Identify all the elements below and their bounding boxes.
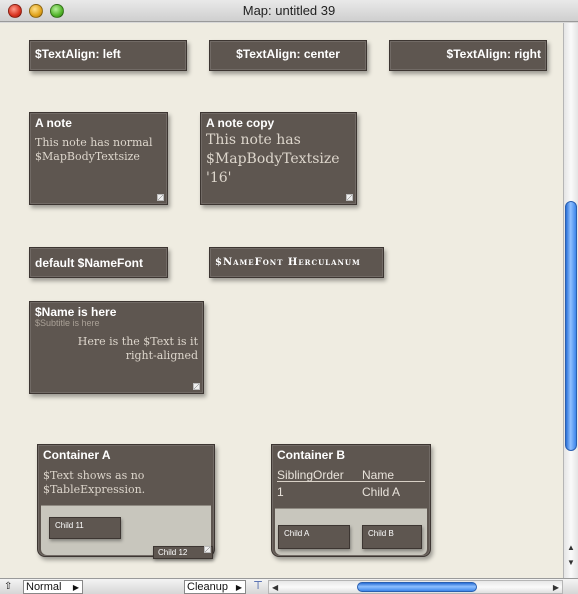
note-name-is-here[interactable]: $Name is here $Subtitle is here Here is … (29, 301, 204, 394)
scroll-left-arrow-icon[interactable]: ◀ (272, 581, 278, 594)
resize-handle-icon[interactable] (204, 546, 211, 553)
view-mode-select[interactable]: Normal ▶ (23, 580, 83, 594)
note-a-note[interactable]: A note This note has normal $MapBodyText… (29, 112, 168, 205)
child-note[interactable]: Child 11 (49, 517, 121, 539)
child-note[interactable]: Child A (278, 525, 350, 549)
table-column-header: SiblingOrder (277, 468, 344, 482)
note-a-note-copy[interactable]: A note copy This note has $MapBodyTextsi… (200, 112, 357, 205)
note-title: $NameFont Herculanum (215, 257, 361, 268)
horizontal-scrollbar[interactable]: ◀ ▶ (268, 580, 563, 594)
cleanup-select[interactable]: Cleanup ▶ (184, 580, 246, 594)
table-cell: 1 (277, 485, 284, 499)
table-cell: Child A (362, 485, 401, 499)
table-row: 1 Child A (277, 485, 425, 499)
note-default-namefont[interactable]: default $NameFont (29, 247, 168, 278)
note-textalign-left[interactable]: $TextAlign: left (29, 40, 187, 71)
note-subtitle: $Subtitle is here (35, 318, 100, 328)
note-title: $TextAlign: center (236, 47, 340, 61)
map-canvas[interactable]: $TextAlign: left $TextAlign: center $Tex… (0, 23, 563, 578)
view-mode-label: Normal (26, 581, 62, 593)
bottom-toolbar: ⇧ Normal ▶ Cleanup ▶ ⊤ ◀ ▶ (0, 578, 578, 594)
window-title: Map: untitled 39 (242, 3, 336, 18)
vertical-scroll-thumb[interactable] (565, 201, 577, 451)
caret-right-icon: ▶ (72, 583, 79, 592)
note-body: This note has $MapBodyTextsize '16' (206, 132, 340, 186)
scroll-down-arrow-icon[interactable]: ▼ (566, 558, 576, 568)
table-column-header: Name (362, 468, 395, 482)
scroll-up-arrow-icon[interactable]: ▲ (566, 543, 576, 553)
container-a[interactable]: Container A $Text shows as no $TableExpr… (37, 444, 215, 559)
container-body: $Text shows as no $TableExpression. (43, 469, 146, 496)
cleanup-label: Cleanup (187, 581, 228, 593)
container-title: Container A (43, 448, 111, 462)
note-title: $TextAlign: left (35, 47, 121, 61)
resize-handle-icon[interactable] (193, 383, 200, 390)
pin-icon[interactable]: ⊤ (251, 580, 265, 594)
note-body: This note has normal $MapBodyTextsize (35, 136, 153, 163)
note-title: A note (35, 116, 72, 130)
child-note[interactable]: Child B (362, 525, 422, 549)
title-bar: Map: untitled 39 (0, 0, 578, 22)
note-textalign-center[interactable]: $TextAlign: center (209, 40, 367, 71)
note-namefont-herculanum[interactable]: $NameFont Herculanum (209, 247, 384, 278)
scroll-right-arrow-icon[interactable]: ▶ (553, 581, 559, 594)
note-textalign-right[interactable]: $TextAlign: right (389, 40, 547, 71)
up-level-arrow-icon[interactable]: ⇧ (4, 580, 20, 594)
caret-right-icon: ▶ (235, 583, 242, 592)
resize-handle-icon[interactable] (346, 194, 353, 201)
note-title: $Name is here (35, 305, 117, 319)
container-b[interactable]: Container B SiblingOrder Name 1 Child A … (271, 444, 431, 557)
vertical-scrollbar[interactable]: ▲ ▼ (563, 23, 578, 578)
note-title: A note copy (206, 116, 275, 130)
horizontal-scroll-thumb[interactable] (357, 582, 477, 592)
note-title: $TextAlign: right (446, 47, 541, 61)
container-title: Container B (277, 448, 346, 462)
table-header: SiblingOrder Name (277, 468, 425, 482)
resize-handle-icon[interactable] (157, 194, 164, 201)
note-body: Here is the $Text is it right-aligned (77, 335, 198, 362)
note-title: default $NameFont (35, 256, 144, 270)
